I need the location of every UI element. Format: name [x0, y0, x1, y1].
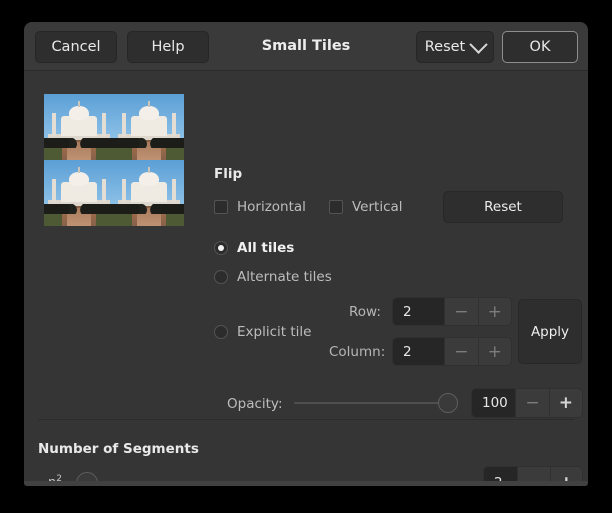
- radio-all-tiles[interactable]: All tiles: [214, 240, 294, 256]
- checkbox-horizontal-label: Horizontal: [237, 199, 306, 215]
- checkbox-vertical[interactable]: Vertical: [329, 199, 403, 215]
- opacity-increment-button[interactable]: +: [549, 389, 582, 417]
- row-label: Row:: [349, 304, 381, 320]
- reset-dropdown-button[interactable]: Reset: [416, 31, 494, 63]
- opacity-slider-track: [294, 402, 458, 404]
- radio-alternate-tiles-label: Alternate tiles: [237, 269, 332, 285]
- row-increment-button[interactable]: +: [478, 298, 511, 325]
- reset-button-label: Reset: [425, 39, 466, 55]
- help-button-label: Help: [151, 39, 184, 55]
- preview-tile: [114, 94, 184, 160]
- ok-button[interactable]: OK: [502, 31, 578, 63]
- preview-tile: [44, 94, 114, 160]
- opacity-slider-handle[interactable]: [438, 393, 458, 413]
- column-label: Column:: [329, 344, 385, 360]
- segments-divider: [38, 419, 574, 420]
- cancel-button[interactable]: Cancel: [35, 31, 117, 63]
- apply-button-label: Apply: [531, 324, 569, 340]
- chevron-down-icon: [470, 35, 488, 53]
- row-input[interactable]: 2: [393, 298, 444, 325]
- radio-selected-icon: [214, 241, 228, 255]
- opacity-input[interactable]: 100: [472, 389, 515, 417]
- column-stepper[interactable]: 2 − +: [392, 337, 512, 366]
- checkbox-icon: [329, 200, 343, 214]
- checkbox-vertical-label: Vertical: [352, 199, 403, 215]
- preview-tile: [114, 160, 184, 226]
- radio-alternate-tiles[interactable]: Alternate tiles: [214, 269, 332, 285]
- apply-button[interactable]: Apply: [518, 299, 582, 364]
- dialog-header: Small Tiles Cancel Help Reset OK: [24, 22, 588, 71]
- column-decrement-button[interactable]: −: [444, 338, 477, 365]
- dialog-footer-strip: [24, 481, 588, 486]
- radio-icon: [214, 270, 228, 284]
- radio-explicit-tile-label: Explicit tile: [237, 324, 311, 340]
- row-stepper[interactable]: 2 − +: [392, 297, 512, 326]
- flip-reset-button-label: Reset: [484, 199, 522, 215]
- flip-section-label: Flip: [214, 166, 242, 182]
- small-tiles-dialog: Small Tiles Cancel Help Reset OK: [24, 22, 588, 486]
- help-button[interactable]: Help: [127, 31, 209, 63]
- row-decrement-button[interactable]: −: [444, 298, 477, 325]
- radio-icon: [214, 325, 228, 339]
- opacity-stepper[interactable]: 100 − +: [471, 388, 583, 418]
- flip-reset-button[interactable]: Reset: [443, 191, 563, 223]
- segments-section-label: Number of Segments: [38, 441, 199, 457]
- cancel-button-label: Cancel: [51, 39, 100, 55]
- checkbox-horizontal[interactable]: Horizontal: [214, 199, 306, 215]
- dialog-body: Flip Horizontal Vertical Reset All tiles…: [24, 71, 588, 486]
- opacity-label: Opacity:: [227, 396, 283, 412]
- ok-button-label: OK: [530, 39, 551, 55]
- column-increment-button[interactable]: +: [478, 338, 511, 365]
- radio-all-tiles-label: All tiles: [237, 240, 294, 256]
- opacity-slider[interactable]: [294, 391, 458, 415]
- opacity-decrement-button[interactable]: −: [515, 389, 548, 417]
- column-input[interactable]: 2: [393, 338, 444, 365]
- preview-thumbnail: [44, 94, 184, 226]
- checkbox-icon: [214, 200, 228, 214]
- preview-tile: [44, 160, 114, 226]
- radio-explicit-tile[interactable]: Explicit tile: [214, 324, 311, 340]
